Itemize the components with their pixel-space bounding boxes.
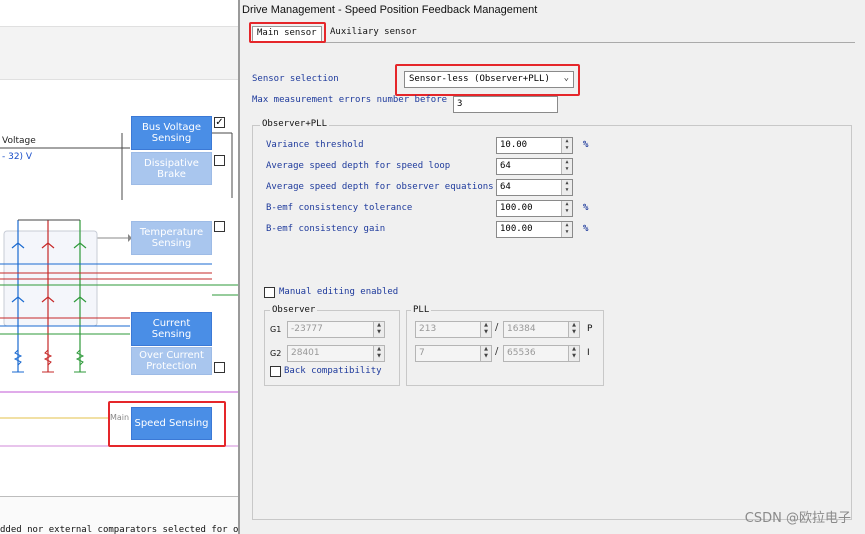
observer-group-title: Observer — [270, 305, 318, 315]
max-errors-label: Max measurement errors number before — [252, 95, 448, 105]
bemf-gain-spinbox[interactable]: 100.00 ▲ ▼ — [496, 221, 573, 238]
avg-speed-depth-observer-label: Average speed depth for observer equatio… — [266, 182, 494, 192]
variance-threshold-value: 10.00 — [500, 140, 528, 150]
p-fraction-slash: / — [495, 322, 499, 333]
spin-arrows-icon: ▲ ▼ — [480, 322, 491, 337]
g2-label: G2 — [270, 349, 282, 358]
manual-editing-checkbox[interactable] — [264, 287, 275, 298]
variance-threshold-label: Variance threshold — [266, 140, 364, 150]
back-compatibility-checkbox[interactable] — [270, 366, 281, 377]
over-current-checkbox[interactable] — [214, 362, 225, 373]
bemf-tolerance-value: 100.00 — [500, 203, 533, 213]
pll-i-numerator: 7 ▲ ▼ — [415, 345, 492, 362]
bemf-tolerance-unit: % — [583, 203, 589, 213]
spin-arrows-icon[interactable]: ▲ ▼ — [561, 222, 572, 237]
pll-p-denominator-value: 16384 — [507, 324, 536, 334]
avg-speed-depth-loop-value: 64 — [500, 161, 511, 171]
spin-arrows-icon[interactable]: ▲ ▼ — [561, 180, 572, 195]
pll-i-denominator: 65536 ▲ ▼ — [503, 345, 580, 362]
dissipative-brake-checkbox[interactable] — [214, 155, 225, 166]
spin-arrows-icon[interactable]: ▲ ▼ — [561, 159, 572, 174]
pll-i-label: I — [587, 348, 590, 358]
bemf-tolerance-spinbox[interactable]: 100.00 ▲ ▼ — [496, 200, 573, 217]
bus-voltage-checkbox[interactable]: ✓ — [214, 117, 225, 128]
variance-threshold-spinbox[interactable]: 10.00 ▲ ▼ — [496, 137, 573, 154]
bemf-gain-unit: % — [583, 224, 589, 234]
max-errors-field[interactable]: 3 — [453, 96, 558, 113]
temperature-checkbox[interactable] — [214, 221, 225, 232]
pll-group-title: PLL — [411, 305, 432, 315]
pll-p-numerator: 213 ▲ ▼ — [415, 321, 492, 338]
pll-p-label: P — [587, 324, 593, 334]
bemf-gain-value: 100.00 — [500, 224, 533, 234]
variance-threshold-unit: % — [583, 140, 589, 150]
spin-arrows-icon: ▲ ▼ — [480, 346, 491, 361]
avg-speed-depth-loop-spinbox[interactable]: 64 ▲ ▼ — [496, 158, 573, 175]
observer-pll-group-title: Observer+PLL — [260, 119, 330, 129]
temperature-sensing-block[interactable]: Temperature Sensing — [131, 221, 212, 255]
over-current-protection-block[interactable]: Over Current Protection — [131, 347, 212, 375]
i-fraction-slash: / — [495, 346, 499, 357]
sensor-selection-highlight — [395, 64, 580, 96]
back-compatibility-label: Back compatibility — [284, 366, 382, 376]
dialog-title: Drive Management - Speed Position Feedba… — [242, 4, 538, 16]
avg-speed-depth-observer-value: 64 — [500, 182, 511, 192]
tab-strip-divider — [250, 42, 855, 43]
spin-arrows-icon: ▲ ▼ — [373, 322, 384, 337]
diagram-wiring — [0, 132, 238, 447]
system-diagram-pane: Voltage - 32) V Bus Voltage Sensing ✓ Di… — [0, 0, 238, 534]
g2-spinbox: 28401 ▲ ▼ — [287, 345, 385, 362]
watermark: CSDN @欧拉电子 — [744, 511, 851, 526]
avg-speed-depth-observer-spinbox[interactable]: 64 ▲ ▼ — [496, 179, 573, 196]
g1-label: G1 — [270, 325, 282, 334]
pll-p-numerator-value: 213 — [419, 324, 437, 334]
g2-value: 28401 — [291, 348, 320, 358]
spin-arrows-icon[interactable]: ▲ ▼ — [561, 201, 572, 216]
g1-value: -23777 — [291, 324, 323, 334]
spin-arrows-icon: ▲ ▼ — [568, 346, 579, 361]
bemf-tolerance-label: B-emf consistency tolerance — [266, 203, 413, 213]
speed-position-feedback-dialog: Drive Management - Speed Position Feedba… — [240, 0, 865, 534]
pll-i-denominator-value: 65536 — [507, 348, 536, 358]
manual-editing-label: Manual editing enabled — [279, 287, 399, 297]
sensor-selection-label: Sensor selection — [252, 74, 339, 84]
bemf-gain-label: B-emf consistency gain — [266, 224, 386, 234]
spin-arrows-icon[interactable]: ▲ ▼ — [561, 138, 572, 153]
diagram-status-text: dded nor external comparators selected f… — [0, 525, 238, 534]
dissipative-brake-block[interactable]: Dissipative Brake — [131, 152, 212, 185]
spin-arrows-icon: ▲ ▼ — [373, 346, 384, 361]
bus-voltage-sensing-block[interactable]: Bus Voltage Sensing — [131, 116, 212, 150]
speed-sensing-highlight — [108, 401, 226, 447]
avg-speed-depth-loop-label: Average speed depth for speed loop — [266, 161, 451, 171]
tab-auxiliary-sensor[interactable]: Auxiliary sensor — [326, 26, 421, 42]
g1-spinbox: -23777 ▲ ▼ — [287, 321, 385, 338]
current-sensing-block[interactable]: Current Sensing — [131, 312, 212, 346]
pll-p-denominator: 16384 ▲ ▼ — [503, 321, 580, 338]
main-sensor-tab-highlight — [249, 22, 326, 43]
spin-arrows-icon: ▲ ▼ — [568, 322, 579, 337]
pll-i-numerator-value: 7 — [419, 348, 425, 358]
